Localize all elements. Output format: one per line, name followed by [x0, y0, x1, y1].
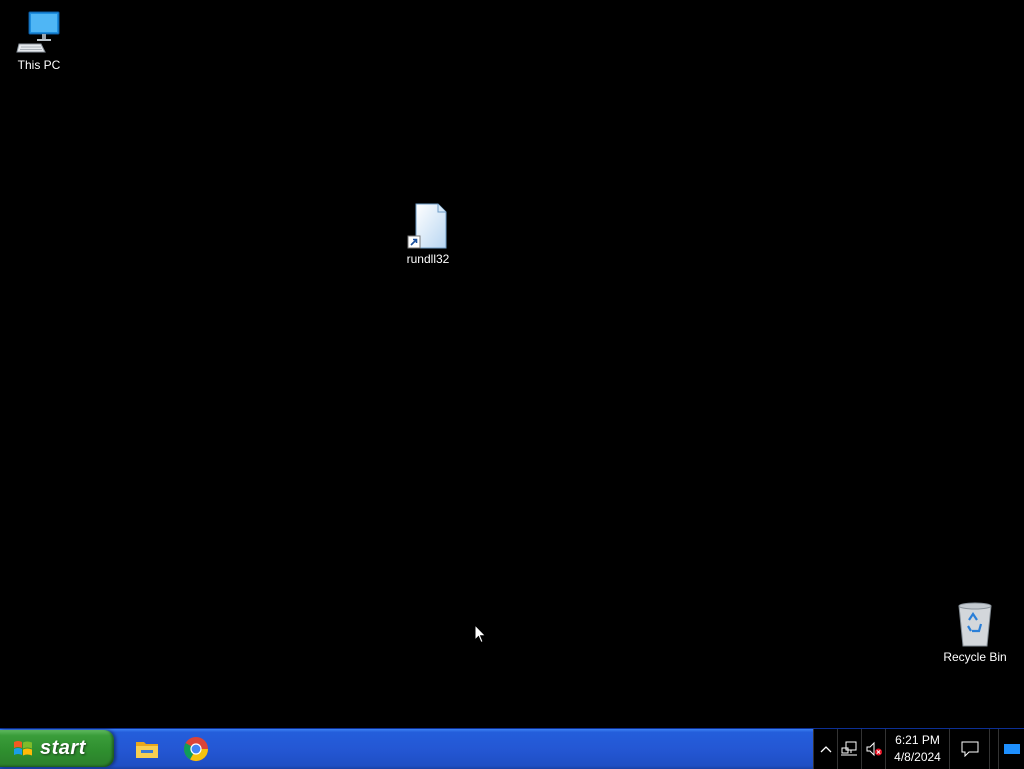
mouse-cursor-icon: [474, 624, 487, 644]
this-pc-icon: [15, 8, 63, 56]
windows-flag-icon: [14, 740, 32, 755]
desktop-icon-recycle-bin[interactable]: Recycle Bin: [937, 600, 1013, 664]
action-center-button[interactable]: [950, 729, 990, 769]
show-hidden-icons-button[interactable]: [814, 729, 838, 769]
network-icon: [840, 741, 857, 756]
recycle-bin-icon: [951, 600, 999, 648]
chrome-icon: [183, 737, 208, 762]
file-explorer-taskbar-button[interactable]: [133, 735, 161, 763]
file-shortcut-icon: [404, 202, 452, 250]
chrome-taskbar-button[interactable]: [182, 735, 210, 763]
volume-muted-icon: [866, 741, 882, 757]
start-button[interactable]: start: [0, 730, 114, 767]
network-button[interactable]: [838, 729, 862, 769]
volume-button[interactable]: [862, 729, 886, 769]
start-label: start: [40, 737, 86, 759]
desktop[interactable]: This PC rundll32 Recycle Bin: [0, 0, 1024, 728]
clock[interactable]: 6:21 PM 4/8/2024: [886, 729, 950, 769]
show-desktop-button[interactable]: [998, 729, 1024, 769]
desktop-icon-label: rundll32: [406, 252, 450, 266]
taskbar: start 6:21 PM 4/8/2024: [0, 728, 1024, 769]
desktop-icon-label: Recycle Bin: [943, 650, 1007, 664]
show-desktop-icon: [1004, 744, 1020, 754]
system-tray: 6:21 PM 4/8/2024: [813, 729, 1024, 769]
chevron-up-icon: [820, 746, 831, 753]
desktop-icon-label: This PC: [17, 58, 61, 72]
clock-date: 4/8/2024: [894, 750, 941, 764]
clock-time: 6:21 PM: [895, 733, 940, 747]
desktop-icon-rundll32[interactable]: rundll32: [390, 202, 466, 266]
desktop-icon-this-pc[interactable]: This PC: [1, 8, 77, 72]
folder-icon: [136, 742, 158, 758]
action-center-icon: [961, 741, 978, 757]
